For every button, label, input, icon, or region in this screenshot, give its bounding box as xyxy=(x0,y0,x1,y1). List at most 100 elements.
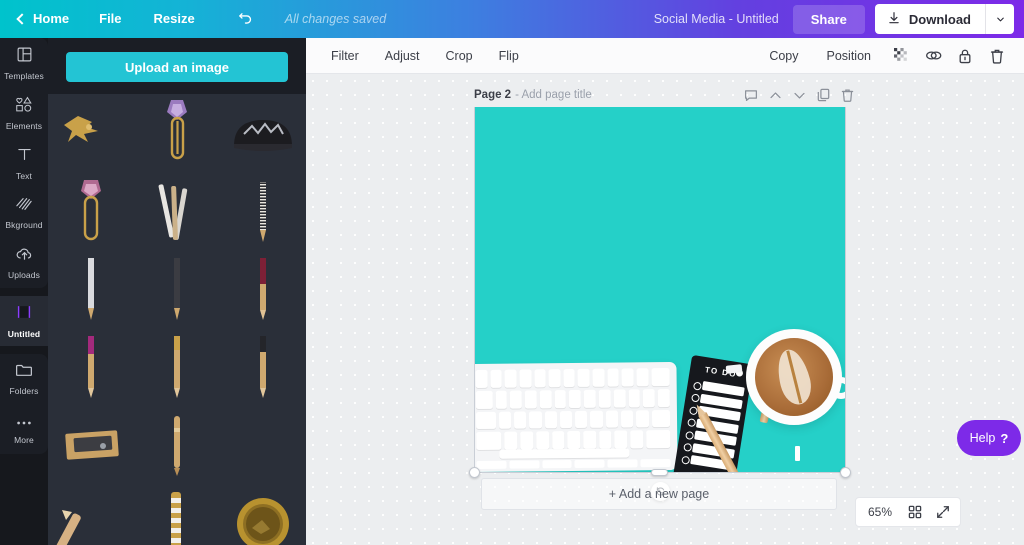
fullscreen-expand-icon[interactable] xyxy=(930,499,956,525)
download-chevron-down-icon[interactable] xyxy=(986,4,1014,34)
zoom-controls: 65% xyxy=(855,497,962,527)
upload-thumbnail[interactable] xyxy=(220,328,306,406)
upload-thumbnail[interactable] xyxy=(48,250,134,328)
comment-bubble-icon[interactable] xyxy=(744,88,758,102)
add-new-page-button[interactable]: + Add a new page xyxy=(481,478,837,510)
uploads-thumbnail-scroll[interactable]: Not Guilty meeting URGENT xyxy=(48,94,306,545)
copy-button[interactable]: Copy xyxy=(756,49,811,63)
upload-thumbnail[interactable] xyxy=(220,172,306,250)
undo-arrow-icon[interactable] xyxy=(227,0,265,38)
sidebar-label-folders: Folders xyxy=(9,386,39,396)
transparency-checkerboard-icon[interactable] xyxy=(886,41,916,71)
chevron-left-icon xyxy=(16,13,28,25)
sidebar-item-folders[interactable]: Folders xyxy=(0,354,48,404)
folder-icon xyxy=(15,362,33,383)
upload-thumbnail[interactable] xyxy=(48,406,134,484)
editor-area: Filter Adjust Crop Flip Copy Position Pa… xyxy=(306,38,1024,545)
page-header: Page 2 - Add page title xyxy=(474,86,854,104)
upload-thumbnail[interactable] xyxy=(220,406,306,484)
keyboard-row xyxy=(475,409,671,430)
crop-button[interactable]: Crop xyxy=(433,49,486,63)
upload-thumbnail[interactable] xyxy=(134,94,220,172)
zoom-level-label[interactable]: 65% xyxy=(860,505,900,519)
coffee-surface xyxy=(755,338,833,416)
upload-an-image-button[interactable]: Upload an image xyxy=(66,52,288,82)
sidebar-label-background: Bkground xyxy=(5,220,43,230)
download-button[interactable]: Download xyxy=(875,4,985,34)
flip-button[interactable]: Flip xyxy=(486,49,532,63)
page-action-icons xyxy=(744,88,854,102)
sidebar-item-elements[interactable]: Elements xyxy=(0,88,48,138)
grid-view-icon[interactable] xyxy=(902,499,928,525)
link-chain-icon[interactable] xyxy=(918,41,948,71)
page-title-input[interactable]: - Add page title xyxy=(515,89,592,101)
keyboard-row xyxy=(476,430,671,451)
upload-thumbnail[interactable] xyxy=(220,94,306,172)
upload-thumbnail[interactable] xyxy=(134,172,220,250)
sidebar-item-background[interactable]: Bkground xyxy=(0,188,48,238)
keyboard-row xyxy=(475,388,670,409)
adjust-button[interactable]: Adjust xyxy=(372,49,433,63)
upload-thumbnail[interactable] xyxy=(48,94,134,172)
download-label: Download xyxy=(908,11,971,27)
save-status-label: All changes saved xyxy=(284,12,387,26)
upload-thumbnail[interactable] xyxy=(48,484,134,545)
white-eraser-image xyxy=(725,364,743,374)
upload-thumbnail[interactable] xyxy=(134,250,220,328)
sidebar-label-text: Text xyxy=(16,170,32,181)
upload-thumbnail[interactable] xyxy=(220,250,306,328)
resize-button[interactable]: Resize xyxy=(138,0,211,38)
help-button[interactable]: Help ? xyxy=(957,420,1021,456)
more-dots-icon xyxy=(15,414,33,432)
trash-bin-icon[interactable] xyxy=(982,41,1012,71)
white-keyboard-image xyxy=(474,361,678,473)
canva-editor-window: Home File Resize All changes saved Socia… xyxy=(0,0,1024,545)
sidebar-item-more[interactable]: More xyxy=(0,404,48,454)
home-button[interactable]: Home xyxy=(0,0,83,38)
sidebar-item-uploads[interactable]: Uploads xyxy=(0,238,48,288)
keyboard-row xyxy=(475,367,670,388)
top-bar: Home File Resize All changes saved Socia… xyxy=(0,0,1024,38)
lock-padlock-icon[interactable] xyxy=(950,41,980,71)
sidebar-group-primary: Templates Elements Text Bkground Uploads xyxy=(0,38,48,288)
sidebar-label-templates: Templates xyxy=(4,70,44,81)
upload-thumbnail[interactable] xyxy=(134,484,220,545)
keyboard-bottom-row xyxy=(476,458,671,470)
uploads-cloud-icon xyxy=(15,246,34,267)
file-menu-button[interactable]: File xyxy=(83,0,137,38)
sidebar-item-templates[interactable]: Templates xyxy=(0,38,48,88)
document-title[interactable]: Social Media - Untitled xyxy=(654,12,779,26)
upload-thumbnail[interactable] xyxy=(48,172,134,250)
uploads-thumbnail-grid: Not Guilty meeting URGENT xyxy=(48,94,306,545)
upload-thumbnail[interactable] xyxy=(134,406,220,484)
home-label: Home xyxy=(33,11,70,26)
keyboard-spacebar xyxy=(499,448,630,459)
upload-thumbnail[interactable] xyxy=(220,484,306,545)
help-label: Help xyxy=(969,431,996,445)
share-button[interactable]: Share xyxy=(792,4,865,34)
sidebar-divider-2 xyxy=(0,346,48,354)
move-page-up-icon[interactable] xyxy=(768,88,782,102)
background-hatch-icon xyxy=(15,196,33,217)
top-bar-left-group: Home File Resize All changes saved xyxy=(0,0,386,38)
design-page-canvas[interactable]: TO DO xyxy=(474,107,846,473)
filter-button[interactable]: Filter xyxy=(318,49,372,63)
download-button-group: Download xyxy=(874,4,1014,34)
sidebar-divider-1 xyxy=(0,288,48,296)
delete-page-icon[interactable] xyxy=(840,88,854,102)
position-button[interactable]: Position xyxy=(814,49,884,63)
upload-thumbnail[interactable] xyxy=(134,328,220,406)
sidebar-label-uploads: Uploads xyxy=(8,270,40,280)
untitled-brackets-icon xyxy=(15,303,33,326)
latte-coffee-cup-image xyxy=(746,329,846,425)
move-page-down-icon[interactable] xyxy=(792,88,806,102)
sidebar-label-untitled: Untitled xyxy=(7,329,41,339)
sidebar-label-more: More xyxy=(14,434,34,445)
duplicate-page-icon[interactable] xyxy=(816,88,830,102)
page-number-label: Page 2 xyxy=(474,89,512,101)
top-bar-right-group: Social Media - Untitled Share Download xyxy=(654,4,1024,34)
upload-thumbnail[interactable] xyxy=(48,328,134,406)
canvas-workspace[interactable]: Page 2 - Add page title TO DO + Add a ne… xyxy=(306,74,1024,545)
sidebar-item-text[interactable]: Text xyxy=(0,138,48,188)
sidebar-item-untitled[interactable]: Untitled xyxy=(0,296,48,346)
